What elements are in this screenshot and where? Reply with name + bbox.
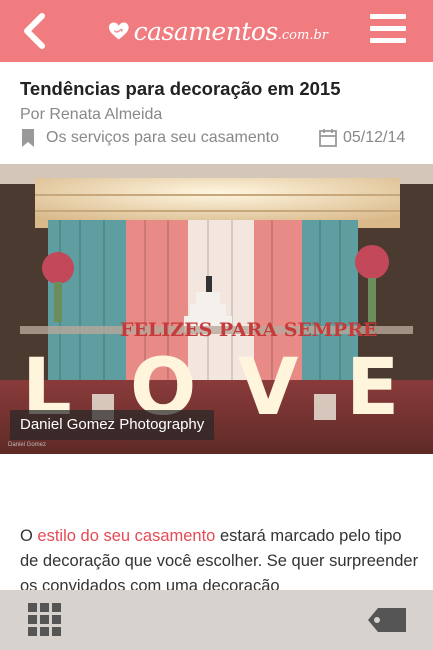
logo-text: casamentos xyxy=(133,16,279,46)
calendar-icon xyxy=(319,129,337,147)
love-letter-e: E xyxy=(346,343,399,433)
article-body: O estilo do seu casamento estará marcado… xyxy=(0,454,433,595)
date-label: 05/12/14 xyxy=(343,129,406,146)
photo-caption: Daniel Gomez Photography xyxy=(10,410,215,440)
back-chevron-icon[interactable] xyxy=(18,12,52,50)
article-author: Por Renata Almeida xyxy=(20,106,163,123)
article-meta: Os serviços para seu casamento 05/12/14 xyxy=(20,128,420,150)
logo-suffix: .com.br xyxy=(277,27,328,43)
hamburger-menu-icon[interactable] xyxy=(370,14,406,46)
article-paragraph: O estilo do seu casamento estará marcado… xyxy=(20,524,420,599)
bookmark-icon xyxy=(22,129,34,147)
heart-logo-icon xyxy=(108,22,129,40)
photo-credit: Daniel Gomez xyxy=(8,442,47,448)
site-logo[interactable]: casamentos .com.br xyxy=(108,8,328,54)
top-bar: casamentos .com.br xyxy=(0,0,433,62)
grid-icon[interactable] xyxy=(28,603,61,636)
body-intro: O xyxy=(20,527,38,545)
love-letter-v: V xyxy=(238,343,298,433)
photo-banner-text: FELIZES PARA SEMPRE xyxy=(120,319,378,341)
article-header: Tendências para decoração em 2015 Por Re… xyxy=(0,62,433,164)
bottom-toolbar xyxy=(0,590,433,650)
article-photo: FELIZES PARA SEMPRE L O V E Daniel Gomez… xyxy=(0,164,433,454)
article-title: Tendências para decoração em 2015 xyxy=(20,78,341,99)
article-category[interactable]: Os serviços para seu casamento xyxy=(20,128,279,148)
article-date: 05/12/14 xyxy=(318,128,405,148)
tag-icon[interactable] xyxy=(366,606,408,634)
body-highlight-link[interactable]: estilo do seu casamento xyxy=(37,527,215,545)
category-label: Os serviços para seu casamento xyxy=(46,129,279,146)
